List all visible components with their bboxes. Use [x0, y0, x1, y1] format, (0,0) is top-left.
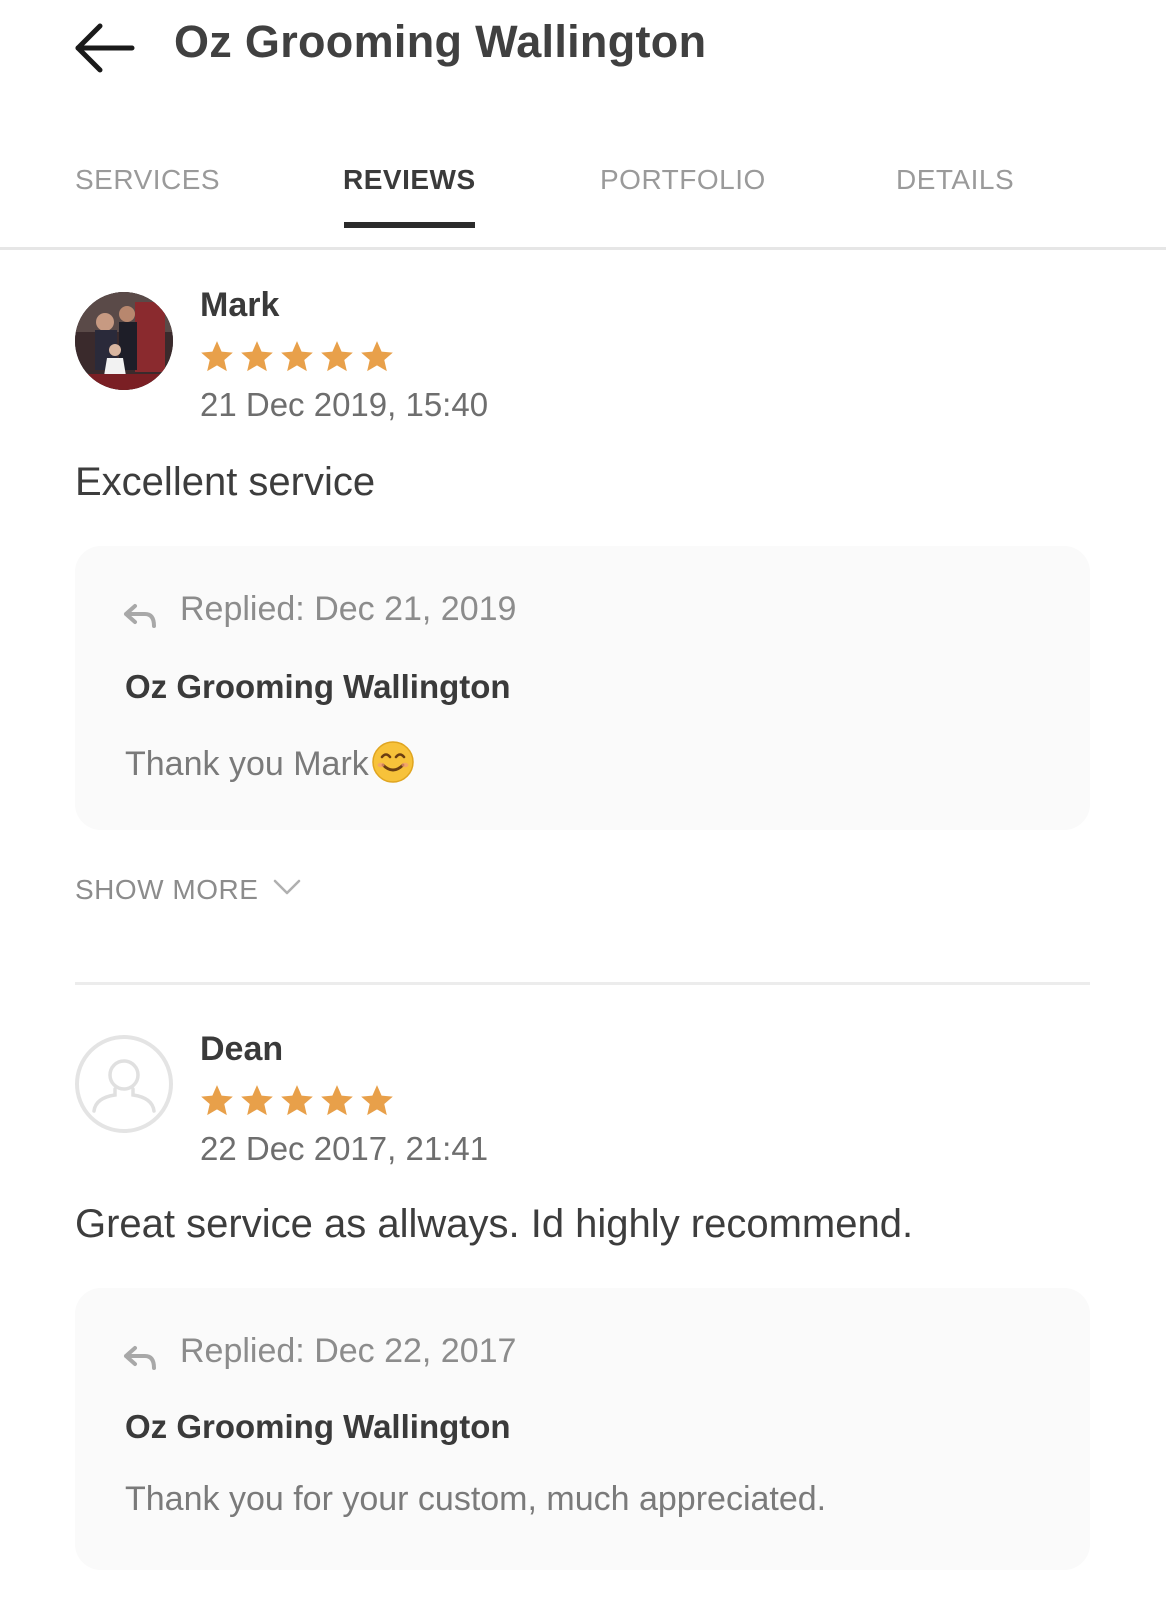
reply-box: Replied: Dec 22, 2017 Oz Grooming Wallin…: [75, 1288, 1090, 1570]
review-divider: [75, 982, 1090, 985]
reply-box: Replied: Dec 21, 2019 Oz Grooming Wallin…: [75, 546, 1090, 830]
tab-details[interactable]: DETAILS: [896, 164, 1014, 196]
reviewer-name: Dean: [200, 1030, 284, 1068]
star-rating: [198, 338, 398, 378]
review-date: 22 Dec 2017, 21:41: [200, 1130, 489, 1167]
star-icon: [241, 1085, 273, 1116]
page-title: Oz Grooming Wallington: [174, 16, 707, 67]
review-date: 21 Dec 2019, 15:40: [200, 386, 489, 423]
user-photo: [75, 292, 173, 390]
reply-text-content: Thank you Mark: [125, 745, 369, 783]
star-icon: [241, 341, 273, 372]
smiling-face-emoji: [372, 741, 414, 783]
star-icon: [201, 1085, 233, 1116]
star-icon: [201, 341, 233, 372]
reply-date-label: Replied: Dec 22, 2017: [180, 1332, 517, 1370]
tab-bar: SERVICES REVIEWS PORTFOLIO DETAILS: [0, 150, 1166, 250]
star-icon: [321, 1085, 353, 1116]
star-icon: [281, 341, 313, 372]
reply-icon: [124, 604, 156, 628]
avatar[interactable]: [75, 292, 173, 390]
active-tab-indicator: [344, 222, 475, 228]
reply-text: Thank you for your custom, much apprecia…: [125, 1480, 827, 1518]
reply-text: Thank you Mark: [125, 740, 415, 784]
back-button[interactable]: [72, 18, 136, 78]
reply-icon: [124, 1346, 156, 1370]
show-more-label: SHOW MORE: [75, 874, 259, 905]
tab-reviews[interactable]: REVIEWS: [343, 164, 476, 196]
tab-portfolio[interactable]: PORTFOLIO: [600, 164, 766, 196]
avatar[interactable]: [75, 1035, 173, 1133]
star-rating: [198, 1082, 398, 1122]
reply-date-label: Replied: Dec 21, 2019: [180, 590, 517, 628]
star-icon: [321, 341, 353, 372]
reply-author: Oz Grooming Wallington: [125, 668, 511, 705]
show-more-button[interactable]: SHOW MORE: [75, 874, 302, 906]
reviewer-name: Mark: [200, 286, 280, 324]
review-text: Excellent service: [75, 460, 376, 504]
user-placeholder-icon: [92, 1059, 156, 1113]
review-text: Great service as allways. Id highly reco…: [75, 1202, 914, 1246]
star-icon: [361, 341, 393, 372]
tab-services[interactable]: SERVICES: [75, 164, 220, 196]
reply-author: Oz Grooming Wallington: [125, 1408, 511, 1445]
app-header: Oz Grooming Wallington: [0, 0, 1166, 110]
chevron-down-icon: [274, 879, 301, 895]
arrow-left-icon: [75, 23, 135, 73]
star-icon: [361, 1085, 393, 1116]
star-icon: [281, 1085, 313, 1116]
